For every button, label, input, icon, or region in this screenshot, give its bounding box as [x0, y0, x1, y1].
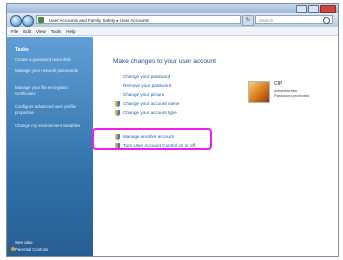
- parental-controls-label: Parental Controls: [15, 247, 49, 252]
- back-button[interactable]: [10, 15, 22, 27]
- remove-password-link[interactable]: Remove your password: [123, 83, 171, 88]
- avatar[interactable]: [248, 81, 270, 103]
- change-picture-link[interactable]: Change your picture: [123, 92, 164, 97]
- change-account-type-label: Change your account type: [123, 110, 177, 115]
- parental-controls-link[interactable]: Parental Controls: [11, 247, 49, 252]
- change-account-type-link[interactable]: Change your account type: [115, 110, 177, 116]
- menu-bar: File Edit View Tools Help: [7, 27, 338, 36]
- menu-help[interactable]: Help: [66, 29, 75, 34]
- change-account-name-link[interactable]: Change your account name: [115, 101, 180, 107]
- tasks-sidebar: Tasks Create a password reset disk Manag…: [7, 37, 93, 256]
- maximize-button[interactable]: [308, 5, 319, 13]
- user-password-status: Password protected: [274, 93, 310, 98]
- refresh-button[interactable]: ↻: [242, 15, 254, 26]
- forward-button[interactable]: [22, 15, 34, 27]
- title-bar: [7, 4, 338, 13]
- highlight-annotation: [92, 128, 212, 150]
- change-password-link[interactable]: Change your password: [123, 74, 170, 79]
- menu-view[interactable]: View: [36, 29, 46, 34]
- search-icon: [323, 17, 330, 24]
- window-controls: [296, 5, 336, 13]
- sidebar-link-profile[interactable]: Configure advanced user profile properti…: [15, 104, 89, 115]
- parental-controls-icon: [11, 247, 15, 251]
- see-also-heading: See also: [15, 240, 33, 245]
- user-name: CIP: [274, 81, 283, 87]
- search-placeholder: Search: [259, 18, 274, 23]
- navigation-bar: User Accounts and Family Safety ▸ User A…: [7, 13, 338, 27]
- uac-shield-icon: [115, 110, 120, 116]
- address-bar[interactable]: User Accounts and Family Safety ▸ User A…: [36, 15, 241, 24]
- close-button[interactable]: [320, 5, 336, 13]
- page-title: Make changes to your user account: [113, 58, 216, 65]
- menu-file[interactable]: File: [11, 29, 18, 34]
- control-panel-icon: [38, 17, 44, 23]
- change-account-name-label: Change your account name: [123, 101, 180, 106]
- menu-edit[interactable]: Edit: [23, 29, 31, 34]
- sidebar-link-encryption[interactable]: Manage your file encryption certificates: [15, 85, 89, 96]
- minimize-button[interactable]: [296, 5, 307, 13]
- user-account-card: CIP Administrator Password protected: [248, 81, 333, 105]
- sidebar-heading: Tasks: [15, 47, 29, 53]
- menu-tools[interactable]: Tools: [51, 29, 62, 34]
- sidebar-link-network-passwords[interactable]: Manage your network passwords: [15, 68, 89, 74]
- search-input[interactable]: Search: [255, 15, 333, 24]
- sidebar-link-reset-disk[interactable]: Create a password reset disk: [15, 57, 89, 63]
- sidebar-link-env-variables[interactable]: Change my environment variables: [15, 123, 89, 129]
- uac-shield-icon: [115, 101, 120, 107]
